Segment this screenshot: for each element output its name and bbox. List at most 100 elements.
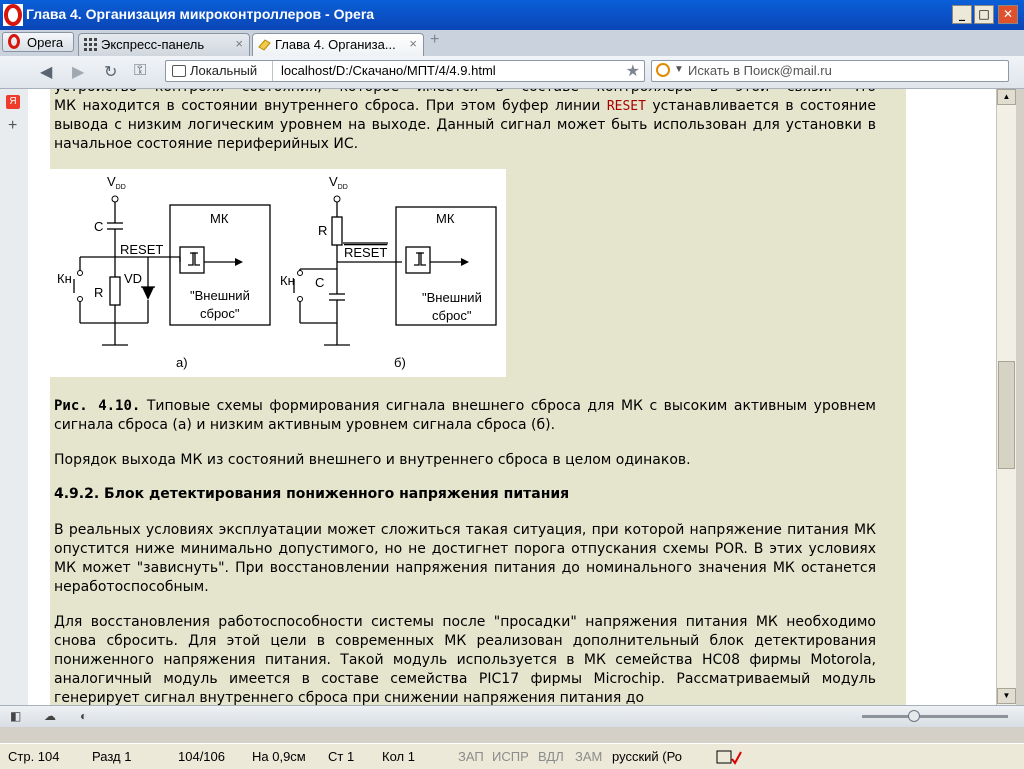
document-page: устройство контроля состояния, которое и… (50, 89, 906, 705)
spellcheck-icon[interactable] (716, 749, 742, 765)
cloud-icon[interactable]: ☁ (44, 709, 58, 723)
status-rec[interactable]: ЗАП (458, 749, 484, 764)
figure-label-a: а) (176, 355, 188, 370)
back-icon[interactable]: ◀ (40, 62, 52, 82)
site-info-badge[interactable]: Локальный (166, 61, 273, 81)
scroll-down-icon[interactable]: ▼ (997, 688, 1016, 704)
navigation-toolbar: ◀ ▶ ↻ ⚿ Локальный localhost/D:/Скачано/М… (0, 56, 1024, 89)
maximize-button[interactable]: □ (974, 5, 994, 24)
paragraph-exit: Порядок выхода МК из состояний внешнего … (54, 452, 691, 468)
reset-label-b: RESET (344, 245, 387, 260)
grid-icon (84, 38, 97, 51)
tab-chapter-4[interactable]: Глава 4. Организа... × (252, 33, 424, 57)
zoom-slider-knob[interactable] (908, 710, 920, 722)
status-ext[interactable]: ВДЛ (538, 749, 564, 764)
mk-label-b: МК (436, 211, 455, 226)
paragraph-real-conditions: В реальных условиях эксплуатации может с… (54, 522, 876, 595)
tab-speed-dial[interactable]: Экспресс-панель × (78, 33, 250, 56)
vdd-label-a: VDD (107, 174, 126, 191)
forward-icon[interactable]: ▶ (72, 62, 84, 82)
tab-close-icon[interactable]: × (409, 36, 417, 51)
ext-reset-line1-a: "Внешний (190, 288, 250, 303)
search-field[interactable]: ▼ Искать в Поиск@mail.ru (651, 60, 1009, 82)
opera-logo-icon (3, 4, 23, 26)
reset-circuits-figure: VDD VDD C C RESET RESET R R VD Кн Кн МК … (50, 169, 506, 377)
vdd-text: V (329, 174, 338, 189)
tab-strip: Opera Экспресс-панель × Глава 4. Организ… (0, 30, 1024, 57)
yandex-icon[interactable]: Я (6, 95, 20, 109)
site-info-label: Локальный (190, 63, 258, 78)
window-title: Глава 4. Организация микроконтроллеров -… (26, 6, 375, 22)
page-viewport: устройство контроля состояния, которое и… (28, 89, 996, 705)
capacitor-label-b: C (315, 275, 324, 290)
tab-label: Экспресс-панель (101, 37, 205, 52)
turbo-icon[interactable]: ◐ (80, 709, 94, 723)
paragraph-text: МК находится в состоянии внутреннего сбр… (54, 98, 607, 114)
minimize-button[interactable]: _ (952, 5, 972, 24)
resistor-label-b: R (318, 223, 327, 238)
url-text[interactable]: localhost/D:/Скачано/МПТ/4/4.9.html (281, 63, 496, 78)
vdd-subscript: DD (116, 184, 126, 191)
status-language: русский (Ро (612, 749, 682, 764)
section-heading: 4.9.2. Блок детектирования пониженного н… (54, 486, 570, 502)
word-statusbar: Стр. 104 Разд 1 104/106 На 0,9см Ст 1 Ко… (0, 743, 1024, 769)
page-icon (258, 39, 271, 51)
diode-label: VD (124, 271, 142, 286)
search-engine-icon[interactable] (656, 63, 670, 77)
panel-toggle-icon[interactable]: ◧ (10, 709, 24, 723)
vdd-text: V (107, 174, 116, 189)
paragraph-fragment: устройство контроля состояния, которое и… (54, 89, 876, 97)
tab-close-icon[interactable]: × (235, 36, 243, 51)
browser-statusbar: ◧ ☁ ◐ (0, 705, 1024, 728)
opera-menu-button[interactable]: Opera (2, 32, 74, 52)
figure-label-b: б) (394, 355, 406, 370)
status-line: Ст 1 (328, 749, 355, 764)
address-field[interactable]: Локальный localhost/D:/Скачано/МПТ/4/4.9… (165, 60, 645, 82)
background-toolbar-strip (0, 727, 1024, 741)
tab-label: Глава 4. Организа... (275, 37, 396, 52)
key-icon[interactable]: ⚿ (134, 62, 146, 80)
window-edge (1016, 89, 1024, 705)
opera-menu-label: Opera (27, 35, 64, 50)
reset-code: RESET (606, 99, 646, 114)
bookmark-star-icon[interactable]: ★ (626, 61, 640, 81)
resistor-label-a: R (94, 285, 103, 300)
paragraph-reset: МК находится в состоянии внутреннего сбр… (54, 97, 876, 154)
circuit-diagram: VDD VDD C C RESET RESET R R VD Кн Кн МК … (57, 174, 497, 370)
status-ovr[interactable]: ЗАМ (575, 749, 602, 764)
status-trk[interactable]: ИСПР (492, 749, 529, 764)
status-at: На 0,9см (252, 749, 306, 764)
status-section: Разд 1 (92, 749, 132, 764)
caption-text: Типовые схемы формирования сигнала внешн… (54, 398, 876, 433)
side-panel: Я + (0, 89, 29, 705)
status-pages: 104/106 (178, 749, 225, 764)
ext-reset-line2-a: сброс" (200, 306, 240, 321)
scroll-up-icon[interactable]: ▲ (997, 89, 1016, 105)
ext-reset-line1-b: "Внешний (422, 290, 482, 305)
paragraph-restore: Для восстановления работоспособности сис… (54, 614, 876, 705)
mk-label-a: МК (210, 211, 229, 226)
search-placeholder: Искать в Поиск@mail.ru (688, 63, 832, 78)
figure-caption: Рис. 4.10. Типовые схемы формирования си… (54, 397, 876, 435)
status-col: Кол 1 (382, 749, 415, 764)
new-tab-button[interactable]: + (430, 31, 439, 49)
capacitor-label-a: C (94, 219, 103, 234)
status-page: Стр. 104 (8, 749, 60, 764)
caption-number: Рис. 4.10. (54, 398, 141, 414)
window-titlebar: Глава 4. Организация микроконтроллеров -… (0, 0, 1024, 30)
scroll-thumb[interactable] (998, 361, 1015, 469)
close-window-button[interactable]: ✕ (998, 5, 1018, 24)
vdd-label-b: VDD (329, 174, 348, 191)
opera-o-icon (8, 34, 20, 49)
add-panel-icon[interactable]: + (8, 117, 17, 135)
ext-reset-line2-b: сброс" (432, 308, 472, 323)
reset-label-a: RESET (120, 242, 163, 257)
vertical-scrollbar[interactable]: ▲ ▼ (996, 89, 1017, 705)
button-label-b: Кн (280, 273, 295, 288)
local-page-icon (172, 65, 186, 77)
vdd-subscript: DD (338, 184, 348, 191)
reload-icon[interactable]: ↻ (104, 62, 117, 82)
button-label-a: Кн (57, 271, 72, 286)
search-engine-dropdown-icon[interactable]: ▼ (674, 64, 684, 75)
zoom-slider[interactable] (862, 710, 1008, 722)
